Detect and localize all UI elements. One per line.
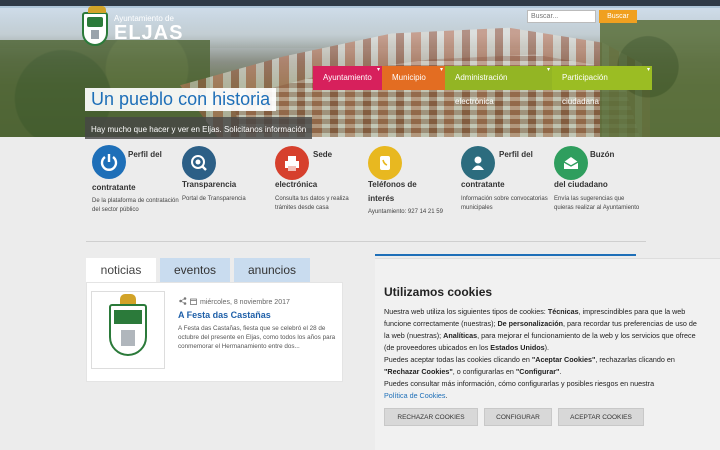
printer-icon [275,146,309,180]
top-bar [0,0,720,6]
tab-anuncios[interactable]: anuncios [234,258,310,282]
news-date-text: miércoles, 8 noviembre 2017 [200,298,290,306]
services-row: Perfil del contratante De la plataforma … [86,145,646,240]
eye-icon [182,146,216,180]
slogan-text: Un pueblo con historia [91,89,271,109]
news-excerpt: A Festa das Castañas, fiesta que se cele… [178,325,336,350]
accent-bar [375,254,636,256]
news-image[interactable] [91,291,165,369]
logo-big-text: ELJAS [114,22,184,44]
phone-icon [368,146,402,180]
cookie-text-part: . [445,391,448,400]
cookie-text-bold: "Aceptar Cookies" [531,355,596,364]
search-input[interactable] [527,10,596,23]
service-desc: Envía las sugerencias que quieras realiz… [554,196,640,211]
service-title-bottom: contratante [461,180,505,189]
news-date: miércoles, 8 noviembre 2017 [179,297,290,307]
cookie-text-part: . [559,367,562,376]
cookie-text-bold: Analíticas [443,331,478,340]
search-button[interactable]: Buscar [599,10,637,23]
cookie-text-part: , rechazarlas clicando en [595,355,675,364]
cookie-text-bold: De personalización [497,319,563,328]
cookie-banner: Utilizamos cookies Nuestra web utiliza l… [375,258,720,450]
service-title-top: Sede [313,150,333,159]
site-logo[interactable]: Ayuntamiento de ELJAS [82,6,183,46]
cookie-buttons: RECHAZAR COOKIES CONFIGURAR ACEPTAR COOK… [384,408,644,426]
calendar-icon [190,298,197,307]
coat-of-arms-icon [109,294,147,356]
subslogan-text: Hay mucho que hacer y ver en Eljas. Soli… [91,125,307,134]
logo-text: Ayuntamiento de ELJAS [114,14,183,44]
service-title-top: Perfil del [128,150,162,159]
news-tabs: noticias eventos anuncios [86,258,310,282]
user-icon [461,146,495,180]
coat-of-arms-icon [82,6,108,46]
section-divider [86,241,646,242]
cookie-text-bold: "Configurar" [515,367,560,376]
nav-item-administracion[interactable]: Administración electrónica [445,58,552,106]
search-bar: Buscar [527,10,637,23]
tab-noticias[interactable]: noticias [86,258,156,282]
service-title-top: Buzón [590,150,615,159]
configure-cookies-button[interactable]: CONFIGURAR [484,408,552,426]
hero-slogan: Un pueblo con historia [85,88,277,111]
cookie-text-bold: Técnicas [547,307,579,316]
hero-subslogan: Hay mucho que hacer y ver en Eljas. Soli… [85,117,313,139]
nav-item-participacion[interactable]: Participación ciudadana [552,58,652,106]
service-title-bottom: Transparencia [182,180,237,189]
cookie-text-part: Nuestra web utiliza los siguientes tipos… [384,307,548,316]
news-panel: miércoles, 8 noviembre 2017 A Festa das … [86,282,343,382]
main-nav: Ayuntamiento Municipio Administración el… [313,58,652,106]
reject-cookies-button[interactable]: RECHAZAR COOKIES [384,408,478,426]
cookie-text-part: ). [544,343,550,352]
cookie-text-bold: Estados Unidos [490,343,545,352]
nav-item-ayuntamiento[interactable]: Ayuntamiento [313,58,382,90]
power-icon [92,145,126,179]
service-desc: Información sobre convocatorias municipa… [461,196,548,211]
share-icon[interactable] [179,297,187,307]
accept-cookies-button[interactable]: ACEPTAR COOKIES [558,408,644,426]
service-desc: Portal de Transparencia [182,196,246,202]
service-desc: Ayuntamiento: 927 14 21 59 [368,209,443,215]
news-title[interactable]: A Festa das Castañas [178,310,271,320]
cookie-text-part: , o configurarlas en [452,367,516,376]
nav-item-municipio[interactable]: Municipio [382,58,445,90]
cookie-title: Utilizamos cookies [384,285,493,299]
mail-icon [554,146,588,180]
service-title-top: Perfil del [499,150,533,159]
service-desc: De la plataforma de contratación del sec… [92,198,179,213]
service-title-bottom: del ciudadano [554,180,608,189]
cookie-text-part: Puedes aceptar todas las cookies clicand… [384,355,532,364]
cookie-text-part: Puedes consultar más información, cómo c… [384,379,655,388]
service-title-bottom: contratante [92,183,136,192]
service-desc: Consulta tus datos y realiza trámites de… [275,196,349,211]
cookie-policy-link[interactable]: Política de Cookies [384,391,446,400]
cookie-text-bold: "Rechazar Cookies" [384,367,453,376]
service-title-bottom: electrónica [275,180,318,189]
tab-eventos[interactable]: eventos [160,258,230,282]
service-title-bottom: interés [368,194,395,203]
cookie-text: Nuestra web utiliza los siguientes tipos… [384,306,702,402]
